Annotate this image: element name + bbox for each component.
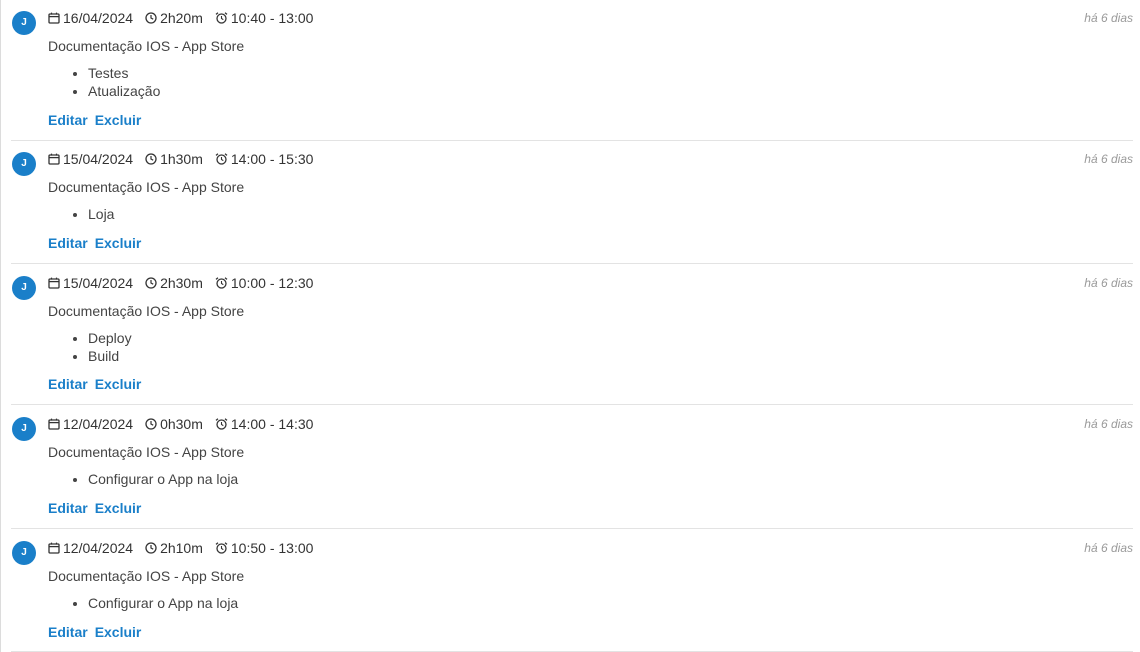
entry-title: Documentação IOS - App Store (48, 303, 245, 319)
entry-title: Documentação IOS - App Store (48, 179, 245, 195)
clock-icon (145, 542, 157, 554)
alarm-clock-icon (215, 418, 228, 430)
entry-date: 16/04/2024 (63, 10, 134, 26)
entry-time-range: 10:40 - 13:00 (230, 10, 314, 26)
entry-duration: 0h30m (160, 416, 203, 432)
entry-task-list: Loja (48, 206, 114, 224)
calendar-icon (48, 418, 60, 430)
relative-time: há 6 dias (1084, 276, 1133, 290)
list-item: Loja (88, 206, 114, 224)
delete-link[interactable]: Excluir (95, 112, 142, 128)
entry-date: 15/04/2024 (63, 151, 134, 167)
delete-link[interactable]: Excluir (95, 235, 142, 251)
time-entry: J 15/04/2024 1h30m 14:00 - 15:30 há 6 di… (11, 141, 1133, 264)
alarm-clock-icon (215, 12, 228, 24)
entry-duration: 2h10m (160, 540, 203, 556)
entry-actions: Editar Excluir (48, 375, 148, 393)
edit-link[interactable]: Editar (48, 376, 88, 392)
alarm-clock-icon (215, 277, 228, 289)
entry-meta: 12/04/2024 0h30m 14:00 - 14:30 (48, 415, 325, 433)
calendar-icon (48, 153, 60, 165)
list-item: Deploy (88, 330, 132, 348)
entry-meta: 16/04/2024 2h20m 10:40 - 13:00 (48, 9, 325, 27)
time-entries-list: J 16/04/2024 2h20m 10:40 - 13:00 há 6 di… (0, 0, 1139, 652)
list-item: Testes (88, 65, 160, 83)
alarm-clock-icon (215, 153, 228, 165)
clock-icon (145, 277, 157, 289)
entry-task-list: Configurar o App na loja (48, 471, 238, 489)
time-entry: J 12/04/2024 2h10m 10:50 - 13:00 há 6 di… (11, 529, 1133, 652)
entry-title: Documentação IOS - App Store (48, 568, 245, 584)
time-entry: J 16/04/2024 2h20m 10:40 - 13:00 há 6 di… (11, 0, 1133, 141)
entry-time-range: 14:00 - 15:30 (230, 151, 314, 167)
entry-title: Documentação IOS - App Store (48, 38, 245, 54)
relative-time: há 6 dias (1084, 541, 1133, 555)
edit-link[interactable]: Editar (48, 624, 88, 640)
list-item: Configurar o App na loja (88, 471, 238, 489)
calendar-icon (48, 542, 60, 554)
delete-link[interactable]: Excluir (95, 500, 142, 516)
entry-date: 12/04/2024 (63, 540, 134, 556)
entry-actions: Editar Excluir (48, 234, 148, 252)
entry-duration: 2h30m (160, 275, 203, 291)
avatar: J (12, 152, 36, 176)
alarm-clock-icon (215, 542, 228, 554)
entry-time-range: 10:50 - 13:00 (230, 540, 314, 556)
entry-task-list: Configurar o App na loja (48, 595, 238, 613)
relative-time: há 6 dias (1084, 11, 1133, 25)
entry-date: 12/04/2024 (63, 416, 134, 432)
entry-date: 15/04/2024 (63, 275, 134, 291)
avatar: J (12, 11, 36, 35)
time-entry: J 12/04/2024 0h30m 14:00 - 14:30 há 6 di… (11, 405, 1133, 529)
entry-task-list: Deploy Build (48, 330, 132, 365)
entry-duration: 2h20m (160, 10, 203, 26)
relative-time: há 6 dias (1084, 152, 1133, 166)
entry-meta: 15/04/2024 2h30m 10:00 - 12:30 (48, 274, 325, 292)
entry-meta: 12/04/2024 2h10m 10:50 - 13:00 (48, 539, 325, 557)
list-item: Build (88, 348, 132, 366)
entry-title: Documentação IOS - App Store (48, 444, 245, 460)
entry-actions: Editar Excluir (48, 623, 148, 641)
list-item: Configurar o App na loja (88, 595, 238, 613)
entry-duration: 1h30m (160, 151, 203, 167)
entry-actions: Editar Excluir (48, 111, 148, 129)
avatar: J (12, 276, 36, 300)
delete-link[interactable]: Excluir (95, 624, 142, 640)
edit-link[interactable]: Editar (48, 500, 88, 516)
list-item: Atualização (88, 83, 160, 101)
entry-task-list: Testes Atualização (48, 65, 160, 100)
time-entry: J 15/04/2024 2h30m 10:00 - 12:30 há 6 di… (11, 264, 1133, 405)
clock-icon (145, 153, 157, 165)
calendar-icon (48, 12, 60, 24)
clock-icon (145, 418, 157, 430)
entry-actions: Editar Excluir (48, 499, 148, 517)
edit-link[interactable]: Editar (48, 112, 88, 128)
entry-time-range: 14:00 - 14:30 (230, 416, 314, 432)
entry-meta: 15/04/2024 1h30m 14:00 - 15:30 (48, 150, 325, 168)
relative-time: há 6 dias (1084, 417, 1133, 431)
avatar: J (12, 417, 36, 441)
delete-link[interactable]: Excluir (95, 376, 142, 392)
edit-link[interactable]: Editar (48, 235, 88, 251)
calendar-icon (48, 277, 60, 289)
entry-time-range: 10:00 - 12:30 (230, 275, 314, 291)
clock-icon (145, 12, 157, 24)
avatar: J (12, 541, 36, 565)
